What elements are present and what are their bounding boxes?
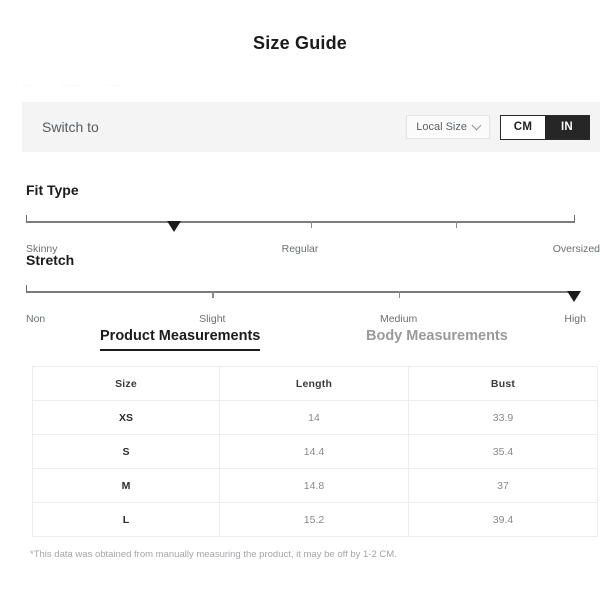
stretch-scale: Stretch Non Slight Medium High	[26, 252, 586, 327]
scale-line	[26, 291, 574, 293]
fit-type-scale: Fit Type Skinny Regular Oversized	[26, 182, 600, 257]
cell-size: S	[32, 434, 220, 469]
stretch-label-medium: Medium	[379, 313, 418, 325]
scale-tick-high	[456, 221, 458, 228]
scale-tick-start	[26, 215, 28, 223]
scale-tick-slight	[212, 291, 214, 298]
region-size-select[interactable]: Local Size	[406, 115, 490, 139]
cell-bust: 37	[408, 468, 598, 503]
table-row: M 14.8 37	[32, 468, 598, 503]
size-chart-table: Size Length Bust XS 14 33.9 S 14.4 35.4 …	[32, 366, 598, 537]
unit-button-cm[interactable]: CM	[501, 115, 545, 139]
ghost-fragment: ······	[61, 80, 82, 91]
stretch-label-non: Non	[26, 313, 46, 325]
ghost-fragment: ·····	[107, 80, 124, 91]
column-header-bust: Bust	[408, 366, 598, 401]
cell-length: 15.2	[219, 502, 409, 537]
region-size-value: Local Size	[416, 121, 467, 133]
unit-button-in[interactable]: IN	[545, 115, 589, 139]
stretch-labels: Non Slight Medium High	[26, 313, 586, 327]
ghost-fragment: ····	[22, 80, 36, 91]
cell-length: 14.4	[219, 434, 409, 469]
cell-size: L	[32, 502, 220, 537]
table-row: XS 14 33.9	[32, 400, 598, 435]
scale-line	[26, 221, 574, 223]
table-row: S 14.4 35.4	[32, 434, 598, 469]
fit-type-track[interactable]	[26, 211, 576, 241]
switch-controls: Local Size CM IN	[406, 114, 590, 140]
stretch-heading: Stretch	[26, 252, 75, 268]
tab-body-measurements[interactable]: Body Measurements	[366, 328, 508, 349]
tab-product-measurements[interactable]: Product Measurements	[100, 328, 261, 351]
stretch-label-slight: Slight	[199, 313, 226, 325]
cell-bust: 39.4	[408, 502, 598, 537]
truncated-text-row: ···· ······ ·····	[22, 80, 272, 94]
cell-size: XS	[32, 400, 220, 435]
fit-type-heading: Fit Type	[26, 182, 79, 198]
stretch-marker[interactable]	[567, 291, 581, 302]
unit-toggle-group: CM IN	[500, 114, 590, 140]
table-header-row: Size Length Bust	[32, 366, 598, 401]
scale-tick-mid	[310, 221, 313, 228]
cell-size: M	[32, 468, 220, 503]
scale-tick-end	[574, 215, 576, 223]
cell-bust: 33.9	[408, 400, 598, 435]
unit-switch-bar: Switch to Local Size CM IN	[22, 102, 600, 152]
cell-length: 14	[219, 400, 409, 435]
switch-to-label: Switch to	[42, 119, 99, 135]
scale-tick-medium	[398, 291, 400, 298]
chevron-down-icon	[471, 120, 482, 130]
cell-bust: 35.4	[408, 434, 598, 469]
table-row: L 15.2 39.4	[32, 502, 598, 537]
page-title: Size Guide	[252, 33, 348, 53]
stretch-label-high: High	[564, 313, 586, 325]
cell-length: 14.8	[219, 468, 409, 503]
column-header-length: Length	[219, 366, 409, 401]
scale-tick-start	[26, 285, 28, 293]
column-header-size: Size	[32, 366, 220, 401]
stretch-track[interactable]	[26, 281, 581, 311]
fit-type-marker[interactable]	[166, 221, 181, 232]
measurement-disclaimer: *This data was obtained from manually me…	[30, 549, 397, 560]
size-guide-page: Size Guide ···· ······ ····· Switch to L…	[0, 0, 600, 600]
